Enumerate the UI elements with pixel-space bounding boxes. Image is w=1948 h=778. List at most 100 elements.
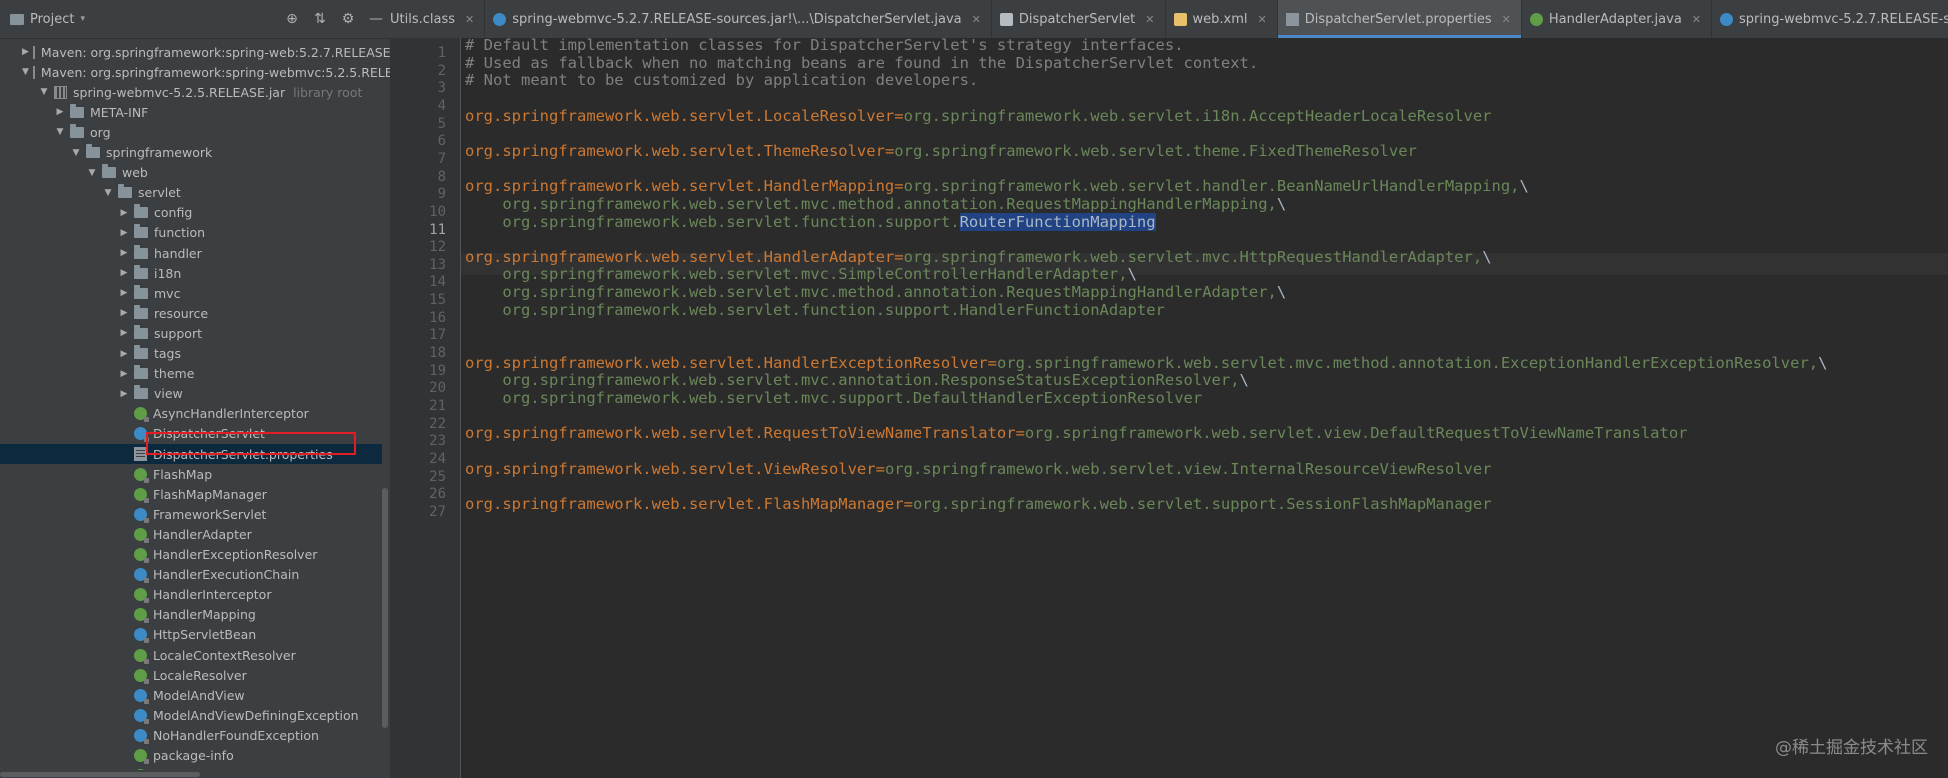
collapsed-arrow-icon[interactable]: ▶ [118, 287, 130, 299]
tree-item[interactable]: LocaleContextResolver [0, 645, 382, 665]
tree-item-label: handler [154, 245, 202, 261]
tree-item[interactable]: FlashMapManager [0, 484, 382, 504]
tree-item[interactable]: ▼ Maven: org.springframework:spring-webmv… [0, 62, 390, 82]
tree-item[interactable]: ▶ i18n [0, 263, 382, 283]
close-tab-icon[interactable]: ✕ [1257, 13, 1266, 26]
collapse-all-icon[interactable]: ⇅ [312, 11, 328, 27]
close-tab-icon[interactable]: ✕ [1145, 13, 1154, 26]
locate-file-icon[interactable]: ⊕ [284, 11, 300, 27]
editor-tab[interactable]: HandlerAdapter.java ✕ [1522, 0, 1713, 38]
collapsed-arrow-icon[interactable]: ▶ [118, 307, 130, 319]
expanded-arrow-icon[interactable]: ▼ [54, 126, 66, 138]
tree-item[interactable]: AsyncHandlerInterceptor [0, 404, 382, 424]
tree-item[interactable]: NoHandlerFoundException [0, 725, 382, 745]
tree-item-label: spring-webmvc-5.2.5.RELEASE.jar [73, 84, 286, 100]
tree-item[interactable]: ▼ servlet [0, 183, 382, 203]
tree-item[interactable]: ModelAndViewDefiningException [0, 705, 382, 725]
expanded-arrow-icon[interactable]: ▼ [22, 66, 29, 78]
editor-tab[interactable]: DispatcherServlet ✕ [992, 0, 1166, 38]
editor-tab[interactable]: DispatcherServlet.properties ✕ [1277, 0, 1522, 38]
code-line[interactable]: org.springframework.web.servlet.mvc.meth… [465, 195, 1286, 213]
tree-item[interactable]: ▶ support [0, 323, 382, 343]
tree-item-label: NoHandlerFoundException [153, 727, 319, 743]
code-line[interactable]: # Default implementation classes for Dis… [465, 36, 1184, 54]
collapsed-arrow-icon[interactable]: ▶ [118, 207, 130, 219]
scrollbar-thumb[interactable] [0, 772, 200, 777]
close-tab-icon[interactable]: ✕ [465, 13, 474, 26]
line-continuation: \ [1482, 247, 1492, 266]
tree-item[interactable]: ▶ Maven: org.springframework:spring-web:5… [0, 42, 390, 62]
tree-item[interactable]: ▶ tags [0, 344, 382, 364]
tree-item[interactable]: HttpServletBean [0, 625, 382, 645]
tree-item[interactable]: ▼ org [0, 122, 382, 142]
tree-item[interactable]: DispatcherServlet [0, 424, 382, 444]
tree-item[interactable]: ▶ handler [0, 243, 382, 263]
dropdown-caret-icon[interactable]: ▾ [80, 14, 85, 24]
editor-tab[interactable]: spring-webmvc-5.2.7.RELEASE-sources.jar!… [1712, 0, 1948, 38]
tree-item[interactable]: ▶ resource [0, 303, 382, 323]
collapsed-arrow-icon[interactable]: ▶ [118, 267, 130, 279]
editor-tab[interactable]: Utils.class ✕ [390, 0, 486, 38]
tree-item[interactable]: ▶ function [0, 223, 382, 243]
code-line[interactable]: org.springframework.web.servlet.function… [465, 301, 1165, 319]
code-line[interactable]: # Not meant to be customized by applicat… [465, 71, 978, 89]
tree-vertical-scrollbar[interactable] [382, 488, 388, 728]
tree-item[interactable]: ▶ mvc [0, 283, 382, 303]
tree-item[interactable]: ▼ spring-webmvc-5.2.5.RELEASE.jar library … [0, 82, 382, 102]
tree-item[interactable]: FrameworkServlet [0, 504, 382, 524]
tree-item[interactable]: HandlerExceptionResolver [0, 545, 382, 565]
code-line[interactable]: org.springframework.web.servlet.ViewReso… [465, 460, 1492, 478]
tree-horizontal-scrollbar[interactable] [0, 770, 390, 778]
close-tab-icon[interactable]: ✕ [1692, 13, 1701, 26]
tree-item[interactable]: ▼ web [0, 163, 382, 183]
editor-tab[interactable]: spring-webmvc-5.2.7.RELEASE-sources.jar!… [485, 0, 992, 38]
tree-item[interactable]: ▶ config [0, 203, 382, 223]
tree-item[interactable]: HandlerMapping [0, 605, 382, 625]
tree-item[interactable]: LocaleResolver [0, 665, 382, 685]
code-line[interactable]: org.springframework.web.servlet.RequestT… [465, 424, 1687, 442]
tree-item[interactable]: package-info [0, 746, 382, 766]
expanded-arrow-icon[interactable]: ▼ [86, 167, 98, 179]
collapsed-arrow-icon[interactable]: ▶ [118, 327, 130, 339]
tree-item[interactable]: HandlerInterceptor [0, 585, 382, 605]
code-line[interactable]: org.springframework.web.servlet.mvc.anno… [465, 371, 1249, 389]
code-line[interactable]: # Used as fallback when no matching bean… [465, 54, 1258, 72]
tree-item[interactable]: ▼ springframework [0, 143, 382, 163]
code-line[interactable]: org.springframework.web.servlet.mvc.supp… [465, 389, 1202, 407]
code-line[interactable]: org.springframework.web.servlet.HandlerM… [465, 177, 1529, 195]
collapsed-arrow-icon[interactable]: ▶ [22, 46, 29, 58]
hide-panel-icon[interactable]: — [368, 11, 384, 27]
code-line[interactable]: org.springframework.web.servlet.mvc.meth… [465, 283, 1286, 301]
settings-gear-icon[interactable]: ⚙ [340, 11, 356, 27]
close-tab-icon[interactable]: ✕ [972, 13, 981, 26]
code-line[interactable]: org.springframework.web.servlet.LocaleRe… [465, 107, 1492, 125]
tree-item[interactable]: ▶ view [0, 384, 382, 404]
collapsed-arrow-icon[interactable]: ▶ [118, 368, 130, 380]
expanded-arrow-icon[interactable]: ▼ [70, 147, 82, 159]
code-line[interactable]: org.springframework.web.servlet.HandlerA… [465, 248, 1492, 266]
tree-item[interactable]: ▶ META-INF [0, 102, 382, 122]
tree-item[interactable]: HandlerAdapter [0, 524, 382, 544]
tree-item[interactable]: DispatcherServlet.properties [0, 444, 382, 464]
code-line[interactable]: org.springframework.web.servlet.FlashMap… [465, 495, 1492, 513]
library-icon [32, 65, 35, 79]
tree-item[interactable]: HandlerExecutionChain [0, 565, 382, 585]
collapsed-arrow-icon[interactable]: ▶ [118, 388, 130, 400]
code-line[interactable]: org.springframework.web.servlet.function… [465, 212, 1156, 231]
tree-item[interactable]: ▶ theme [0, 364, 382, 384]
project-view-selector[interactable]: Project [30, 12, 74, 27]
close-tab-icon[interactable]: ✕ [1502, 13, 1511, 26]
code-line[interactable]: org.springframework.web.servlet.HandlerE… [465, 354, 1827, 372]
tree-item[interactable]: FlashMap [0, 464, 382, 484]
code-line[interactable]: org.springframework.web.servlet.mvc.Simp… [465, 265, 1137, 283]
collapsed-arrow-icon[interactable]: ▶ [118, 247, 130, 259]
collapsed-arrow-icon[interactable]: ▶ [118, 227, 130, 239]
collapsed-arrow-icon[interactable]: ▶ [118, 348, 130, 360]
expanded-arrow-icon[interactable]: ▼ [38, 86, 50, 98]
code-line[interactable]: org.springframework.web.servlet.ThemeRes… [465, 142, 1417, 160]
editor-tab[interactable]: web.xml ✕ [1166, 0, 1278, 38]
expanded-arrow-icon[interactable]: ▼ [102, 187, 114, 199]
tree-item[interactable]: ModelAndView [0, 685, 382, 705]
collapsed-arrow-icon[interactable]: ▶ [54, 106, 66, 118]
class-icon [134, 427, 149, 443]
